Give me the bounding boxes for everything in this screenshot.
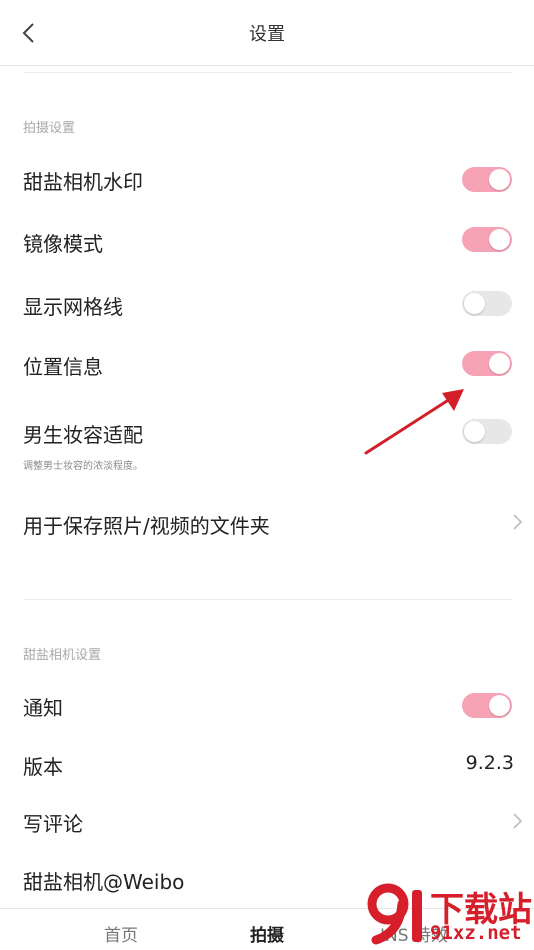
chevron-right-icon[interactable] [510, 513, 524, 531]
toggle-knob [489, 353, 510, 374]
notification-toggle[interactable] [462, 693, 512, 718]
row-label-notification: 通知 [23, 696, 63, 720]
row-label-save-folder[interactable]: 用于保存照片/视频的文件夹 [23, 510, 270, 539]
page-title: 设置 [249, 24, 285, 45]
toggle-knob [464, 293, 485, 314]
tab-home[interactable]: 首页 [104, 921, 138, 946]
row-label-version: 版本 [23, 755, 63, 779]
version-value: 9.2.3 [465, 752, 514, 774]
row-label-watermark: 甜盐相机水印 [23, 170, 143, 194]
toggle-knob [489, 229, 510, 250]
section-title-app: 甜盐相机设置 [23, 648, 102, 663]
row-label-male-makeup: 男生妆容适配 [23, 423, 143, 447]
divider [23, 72, 513, 73]
watermark-logo-icon [367, 883, 422, 945]
grid-lines-toggle[interactable] [462, 291, 512, 316]
row-label-review[interactable]: 写评论 [23, 808, 83, 837]
toggle-knob [489, 169, 510, 190]
row-label-location: 位置信息 [23, 355, 103, 379]
top-bar: 设置 [0, 0, 534, 66]
tab-shoot[interactable]: 拍摄 [250, 921, 284, 946]
row-label-grid: 显示网格线 [23, 295, 123, 319]
mirror-mode-toggle[interactable] [462, 227, 512, 252]
section-title-shooting: 拍摄设置 [23, 121, 76, 136]
toggle-knob [489, 695, 510, 716]
watermark-toggle[interactable] [462, 167, 512, 192]
site-watermark: 下载站 91xz.net [366, 878, 534, 950]
row-label-mirror: 镜像模式 [23, 232, 103, 256]
red-arrow-annotation [364, 389, 464, 455]
row-label-weibo[interactable]: 甜盐相机@Weibo [23, 866, 184, 895]
row-sublabel-male-makeup: 调整男士妆容的浓淡程度。 [23, 461, 143, 472]
watermark-url: 91xz.net [430, 922, 522, 944]
divider [23, 599, 513, 600]
location-toggle[interactable] [462, 351, 512, 376]
chevron-right-icon[interactable] [510, 812, 524, 830]
